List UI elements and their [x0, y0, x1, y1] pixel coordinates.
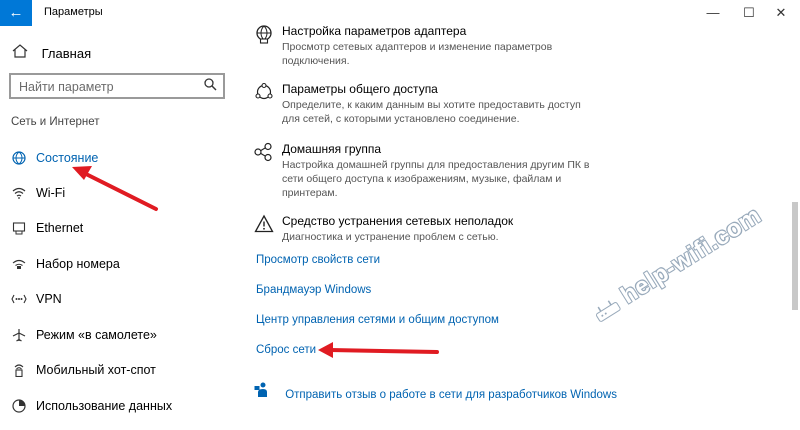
sidebar-item-ethernet[interactable]: Ethernet [0, 213, 240, 243]
sidebar-item-data-usage[interactable]: Использование данных [0, 391, 240, 421]
sidebar-item-status[interactable]: Состояние [0, 143, 240, 173]
link-windows-firewall[interactable]: Брандмауэр Windows [256, 284, 371, 296]
setting-title: Домашняя группа [282, 142, 382, 156]
main-content: Настройка параметров адаптера Просмотр с… [240, 24, 788, 430]
home-icon [12, 44, 30, 61]
sidebar-item-label: Wi-Fi [36, 186, 66, 200]
minimize-icon: — [706, 5, 720, 20]
setting-troubleshooter[interactable]: Средство устранения сетевых неполадок Ди… [254, 214, 584, 248]
sidebar-item-label: Набор номера [36, 257, 120, 271]
search-icon [204, 78, 217, 94]
homegroup-icon [254, 142, 276, 164]
warning-icon [254, 214, 276, 236]
airplane-icon [11, 320, 27, 353]
sharing-icon [254, 82, 276, 104]
setting-description: Просмотр сетевых адаптеров и изменение п… [282, 41, 553, 67]
close-button[interactable]: ✕ [766, 0, 796, 26]
globe-icon [11, 143, 27, 176]
sidebar-item-wifi[interactable]: Wi-Fi [0, 178, 240, 208]
sidebar-item-airplane[interactable]: Режим «в самолете» [0, 320, 240, 350]
wifi-icon [11, 178, 27, 210]
dialup-icon [11, 249, 27, 281]
scrollbar-thumb[interactable] [792, 202, 798, 310]
sidebar: Главная Сеть и Интернет Состояние Wi-Fi … [0, 26, 240, 430]
link-network-sharing-center[interactable]: Центр управления сетями и общим доступом [256, 314, 499, 326]
feedback-person-icon [254, 382, 272, 401]
sidebar-item-hotspot[interactable]: Мобильный хот-спот [0, 355, 240, 385]
setting-description: Определите, к каким данным вы хотите пре… [282, 99, 581, 125]
search-box[interactable] [9, 73, 225, 99]
back-arrow-icon: ← [8, 4, 24, 21]
setting-description: Диагностика и устранение проблем с сетью… [282, 231, 499, 243]
search-input[interactable] [17, 75, 201, 99]
setting-title: Параметры общего доступа [282, 82, 438, 96]
vpn-icon [11, 284, 27, 315]
title-bar: ← Параметры — ☐ ✕ [0, 0, 800, 26]
setting-adapter[interactable]: Настройка параметров адаптера Просмотр с… [254, 24, 584, 67]
section-heading: Сеть и Интернет [11, 116, 100, 128]
scrollbar[interactable] [788, 26, 800, 430]
window-title: Параметры [44, 6, 103, 18]
setting-homegroup[interactable]: Домашняя группа Настройка домашней групп… [254, 142, 590, 200]
back-button[interactable]: ← [0, 0, 32, 26]
setting-sharing[interactable]: Параметры общего доступа Определите, к к… [254, 82, 584, 126]
home-nav-item[interactable]: Главная [12, 44, 91, 61]
link-network-reset[interactable]: Сброс сети [256, 344, 316, 356]
close-icon: ✕ [775, 5, 787, 20]
minimize-button[interactable]: — [698, 0, 728, 26]
sidebar-item-label: Состояние [36, 151, 99, 165]
setting-title: Средство устранения сетевых неполадок [282, 214, 514, 228]
sidebar-item-label: Использование данных [36, 399, 173, 413]
data-usage-icon [11, 391, 27, 424]
hotspot-icon [11, 355, 27, 388]
setting-description: Настройка домашней группы для предоставл… [282, 159, 590, 199]
sidebar-item-label: Мобильный хот-спот [36, 363, 156, 377]
sidebar-item-label: VPN [36, 292, 62, 306]
adapter-icon [254, 24, 276, 46]
sidebar-item-vpn[interactable]: VPN [0, 284, 240, 314]
setting-title: Настройка параметров адаптера [282, 24, 467, 38]
maximize-icon: ☐ [743, 5, 755, 20]
sidebar-item-label: Ethernet [36, 221, 84, 235]
ethernet-icon [11, 213, 27, 246]
maximize-button[interactable]: ☐ [734, 0, 764, 26]
link-network-properties[interactable]: Просмотр свойств сети [256, 254, 380, 266]
feedback-link[interactable]: Отправить отзыв о работе в сети для разр… [240, 382, 617, 401]
sidebar-item-dialup[interactable]: Набор номера [0, 249, 240, 279]
feedback-label: Отправить отзыв о работе в сети для разр… [285, 389, 617, 401]
home-label: Главная [41, 46, 92, 61]
sidebar-item-label: Режим «в самолете» [36, 328, 157, 342]
